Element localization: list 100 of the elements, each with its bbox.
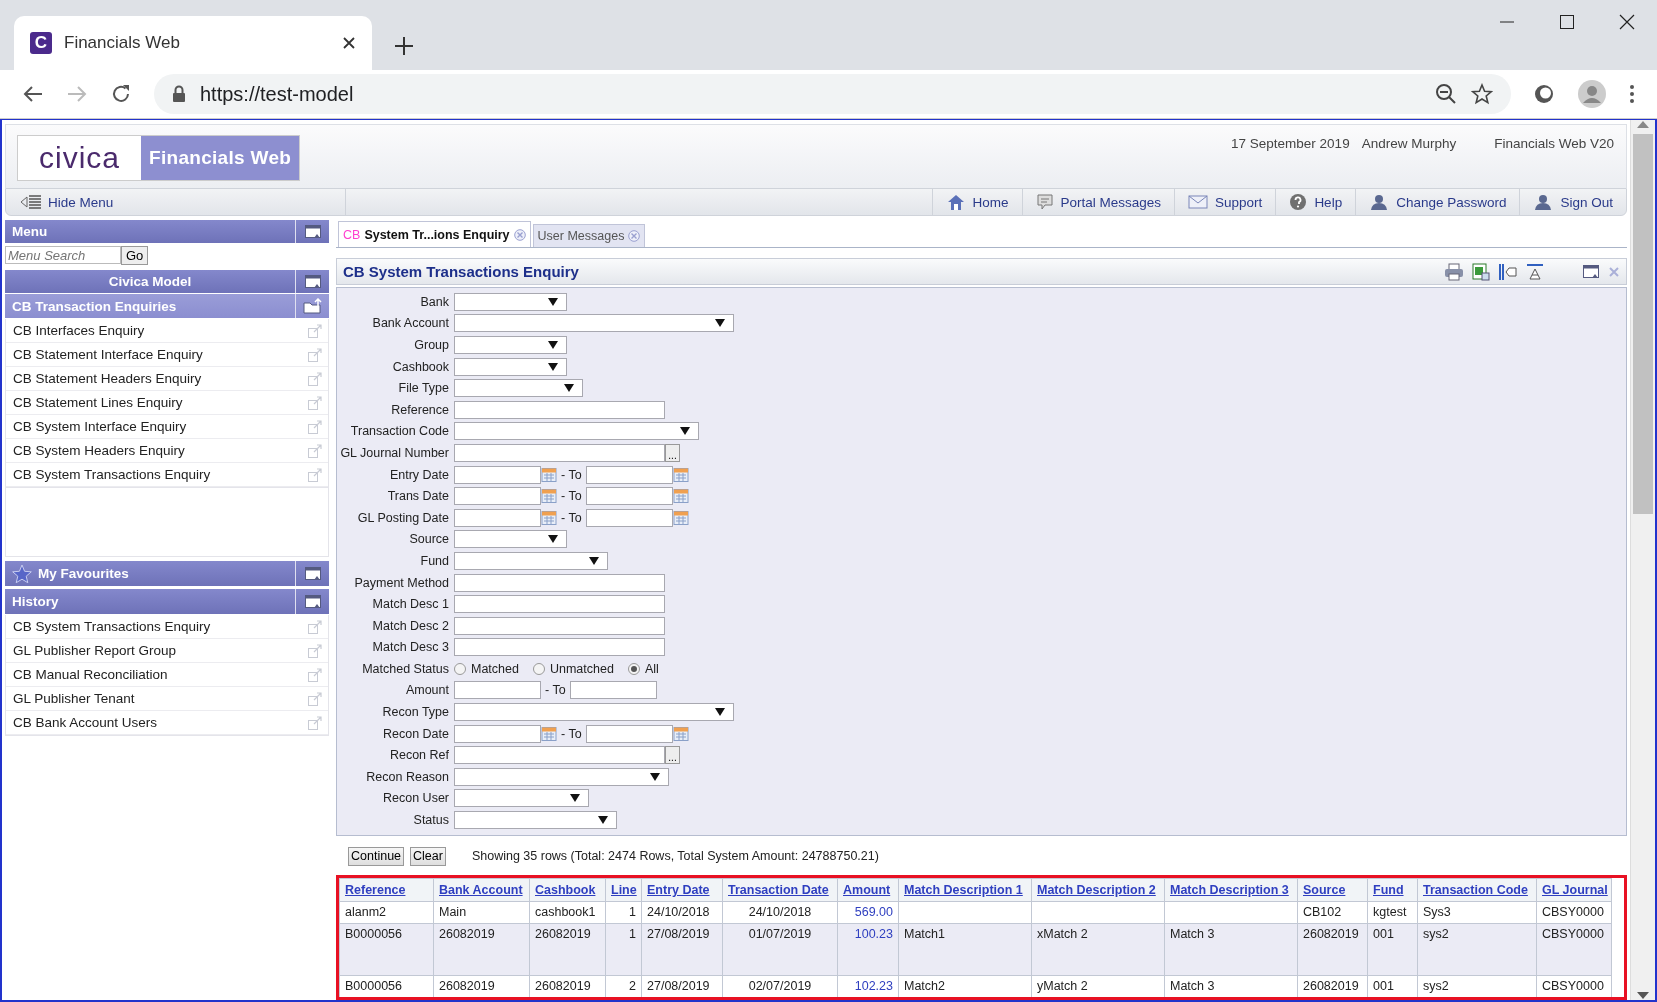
date-field[interactable] (585, 487, 673, 506)
date-field[interactable] (454, 724, 541, 743)
column-collapse-icon[interactable] (1498, 262, 1518, 281)
popout-icon[interactable] (307, 394, 323, 411)
input-field[interactable] (454, 616, 665, 635)
profile-icon[interactable] (1577, 79, 1607, 109)
menu-item[interactable]: GL Publisher Report Group (13, 643, 177, 658)
date-field[interactable] (454, 465, 541, 484)
input-field[interactable] (454, 573, 665, 592)
tab[interactable]: User Messages (532, 224, 646, 247)
spreadsheet-icon[interactable] (1472, 262, 1490, 281)
menu-item[interactable]: CB System Transactions Enquiry (13, 467, 211, 482)
nav-link[interactable]: Help (1275, 189, 1356, 215)
menu-item[interactable]: CB Statement Interface Enquiry (13, 347, 203, 362)
tab[interactable]: CB System Tr...ions Enquiry (338, 221, 531, 247)
menu-item[interactable]: CB System Transactions Enquiry (13, 619, 211, 634)
folder-up-icon[interactable] (302, 298, 323, 314)
date-field[interactable] (585, 508, 673, 527)
popout-icon[interactable] (307, 714, 323, 731)
dropdown[interactable] (454, 789, 589, 808)
dropdown[interactable] (454, 314, 734, 333)
more-icon[interactable] (1629, 84, 1635, 104)
nav-link[interactable]: Portal Messages (1021, 189, 1175, 215)
window-icon[interactable] (303, 223, 322, 240)
close-icon[interactable] (1619, 14, 1635, 30)
dropdown[interactable] (454, 336, 567, 354)
sort-link[interactable]: Bank Account (439, 882, 523, 897)
calendar-icon[interactable] (541, 725, 557, 742)
popout-icon[interactable] (307, 418, 323, 435)
hide-menu-button[interactable]: Hide Menu (6, 189, 346, 215)
sort-link[interactable]: Reference (345, 882, 406, 897)
nav-link[interactable]: Sign Out (1519, 189, 1626, 215)
menu-item[interactable]: GL Publisher Tenant (13, 691, 135, 706)
browser-tab[interactable]: C Financials Web (14, 16, 372, 70)
date-field[interactable] (454, 508, 541, 527)
menu-item[interactable]: CB System Headers Enquiry (13, 443, 185, 458)
row-collapse-icon[interactable] (1526, 262, 1544, 281)
popout-icon[interactable] (307, 322, 323, 339)
search-field[interactable]: Menu Search (5, 246, 121, 264)
popout-icon[interactable] (307, 618, 323, 635)
popout-icon[interactable] (307, 442, 323, 459)
calendar-icon[interactable] (541, 488, 557, 505)
nav-link[interactable]: Change Password (1355, 189, 1520, 215)
sort-link[interactable]: GL Journal (1542, 882, 1608, 897)
extension-icon[interactable] (1533, 83, 1555, 105)
dropdown[interactable] (454, 292, 567, 311)
sort-link[interactable]: Match Description 1 (904, 882, 1023, 897)
sort-link[interactable]: Cashbook (535, 882, 596, 897)
calendar-icon[interactable] (672, 509, 689, 526)
go-button[interactable]: Go (121, 245, 149, 265)
scroll-down-icon[interactable] (1637, 992, 1649, 1000)
zoom-out-icon[interactable] (1435, 83, 1457, 105)
menu-item[interactable]: CB System Interface Enquiry (13, 419, 187, 434)
input-field[interactable] (454, 443, 665, 462)
window-icon[interactable] (303, 593, 322, 610)
printer-icon[interactable] (1444, 262, 1464, 281)
menu-item[interactable]: CB Statement Lines Enquiry (13, 395, 183, 410)
popout-icon[interactable] (307, 642, 323, 659)
action-button[interactable]: Clear (410, 846, 446, 866)
sort-link[interactable]: Transaction Date (728, 882, 829, 897)
input-field[interactable] (454, 746, 665, 765)
sort-link[interactable]: Fund (1373, 882, 1404, 897)
sort-link[interactable]: Match Description 2 (1037, 882, 1156, 897)
menu-item[interactable]: CB Interfaces Enquiry (13, 323, 145, 338)
reload-icon[interactable] (110, 83, 132, 105)
popout-icon[interactable] (307, 370, 323, 387)
action-button[interactable]: Continue (348, 846, 405, 866)
popout-icon[interactable] (307, 466, 323, 483)
dropdown[interactable] (454, 379, 583, 398)
date-field[interactable] (585, 724, 673, 743)
input-field[interactable] (454, 681, 541, 700)
maximize-icon[interactable] (1559, 14, 1575, 30)
radio-button[interactable] (627, 662, 640, 675)
calendar-icon[interactable] (672, 725, 689, 742)
sort-link[interactable]: Amount (843, 882, 891, 897)
dropdown[interactable] (454, 703, 734, 722)
calendar-icon[interactable] (672, 466, 689, 483)
dropdown[interactable] (454, 551, 608, 570)
calendar-icon[interactable] (672, 488, 689, 505)
window-icon[interactable] (303, 273, 322, 290)
input-field[interactable] (454, 400, 665, 419)
plus-icon[interactable] (394, 36, 414, 56)
close-icon[interactable] (342, 36, 356, 50)
dropdown[interactable] (454, 357, 567, 376)
sort-link[interactable]: Line (611, 882, 637, 897)
calendar-icon[interactable] (541, 509, 557, 526)
popout-icon[interactable] (307, 666, 323, 683)
popout-icon[interactable] (307, 690, 323, 707)
dropdown[interactable] (454, 767, 669, 786)
window-icon[interactable] (1582, 263, 1600, 280)
input-field[interactable] (569, 681, 657, 700)
popout-icon[interactable] (307, 346, 323, 363)
nav-link[interactable]: Support (1174, 189, 1276, 215)
radio-button[interactable] (532, 662, 545, 675)
date-field[interactable] (585, 465, 673, 484)
sort-link[interactable]: Match Description 3 (1170, 882, 1289, 897)
dropdown[interactable] (454, 530, 567, 549)
calendar-icon[interactable] (541, 466, 557, 483)
dropdown[interactable] (454, 811, 617, 830)
input-field[interactable] (454, 638, 665, 657)
